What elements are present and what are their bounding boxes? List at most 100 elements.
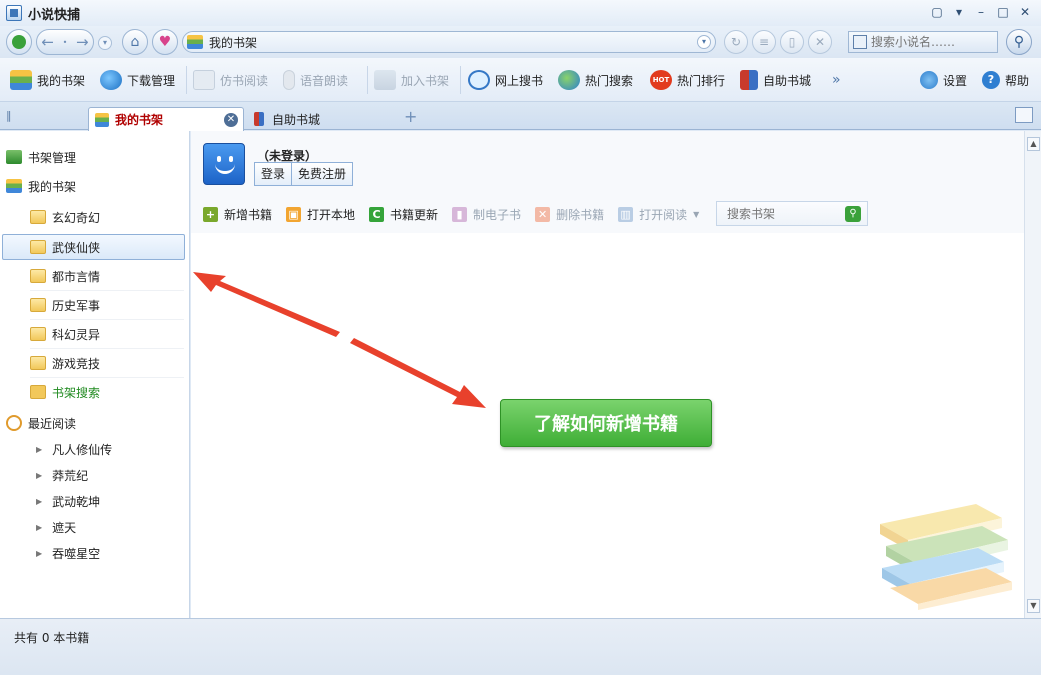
sidebar-item-shelf-manage[interactable]: 书架管理 — [0, 144, 190, 170]
sidebar-item-label: 书架管理 — [28, 150, 77, 165]
home-icon[interactable]: ⌂ — [122, 29, 148, 55]
close-button[interactable]: ✕ — [1017, 4, 1033, 20]
toolbar-label: 网上搜书 — [495, 73, 544, 88]
toolbar-online-search[interactable]: 网上搜书 — [468, 68, 543, 92]
toolbar-label: 热门排行 — [677, 73, 726, 88]
skin-menu-icon[interactable]: ▾ — [951, 4, 967, 20]
sidebar-folder-history[interactable]: 历史军事 — [0, 292, 190, 318]
address-dropdown-icon[interactable]: ▾ — [697, 35, 711, 49]
update-books-button[interactable]: C 书籍更新 — [369, 206, 438, 223]
add-book-button[interactable]: + 新增书籍 — [203, 206, 272, 223]
toolbar-download-manager[interactable]: 下载管理 — [100, 68, 175, 92]
page-icon[interactable]: ▯ — [780, 30, 804, 54]
action-label: 书籍更新 — [390, 207, 439, 222]
expand-arrow-icon: ▶ — [36, 470, 43, 480]
stop-icon[interactable]: ✕ — [808, 30, 832, 54]
sidebar-folder-games[interactable]: 游戏竞技 — [0, 350, 190, 376]
sidebar-toggle-icon[interactable]: ‖ — [6, 109, 20, 123]
sidebar-folder-scifi[interactable]: 科幻灵异 — [0, 321, 190, 347]
recent-item[interactable]: ▶ 遮天 — [0, 516, 190, 538]
toolbar-my-shelf[interactable]: 我的书架 — [10, 68, 85, 92]
toolbar-help[interactable]: ? 帮助 — [982, 68, 1029, 92]
recent-item[interactable]: ▶ 吞噬星空 — [0, 542, 190, 564]
new-tab-icon[interactable]: + — [404, 109, 417, 125]
tab-self-service-store[interactable]: 自助书城 — [248, 107, 398, 131]
help-icon: ? — [982, 71, 1000, 89]
shelf-search-icon — [30, 385, 46, 399]
scroll-down-icon[interactable]: ▼ — [1027, 599, 1040, 613]
toolbar-label: 语音朗读 — [300, 73, 349, 88]
expand-arrow-icon: ▶ — [36, 548, 43, 558]
add-book-icon — [374, 70, 396, 90]
folder-icon — [30, 356, 46, 370]
novel-search-input[interactable] — [871, 35, 995, 49]
plus-icon: + — [203, 206, 218, 222]
toolbar-more-icon[interactable]: » — [832, 68, 841, 92]
toolbar-label: 加入书架 — [401, 73, 450, 88]
recent-item-label: 遮天 — [52, 520, 77, 535]
open-file-icon: ▣ — [286, 206, 302, 222]
sidebar-folder-fantasy[interactable]: 玄幻奇幻 — [0, 204, 190, 230]
address-text: 我的书架 — [209, 35, 258, 50]
toolbar-settings[interactable]: 设置 — [920, 68, 967, 92]
address-bar[interactable]: 我的书架 ▾ — [182, 31, 716, 53]
vertical-scrollbar[interactable]: ▲ ▼ — [1024, 131, 1041, 618]
recent-item-label: 武动乾坤 — [52, 494, 101, 509]
search-icon[interactable]: ⚲ — [845, 206, 861, 222]
toolbar-self-service-store[interactable]: 自助书城 — [740, 68, 811, 92]
register-button[interactable]: 免费注册 — [291, 163, 352, 185]
sidebar-folder-wuxia[interactable]: 武侠仙侠 — [2, 234, 185, 260]
tab-my-shelf[interactable]: 我的书架 ✕ — [88, 107, 244, 131]
toolbar-voice-read[interactable]: 语音朗读 — [283, 68, 348, 92]
close-tab-icon[interactable]: ✕ — [224, 113, 238, 127]
search-icon[interactable]: ⚲ — [1006, 29, 1032, 55]
toolbar-hot-search[interactable]: 热门搜索 — [558, 68, 633, 92]
refresh-icon[interactable]: ↻ — [724, 30, 748, 54]
favorite-heart-icon[interactable]: ♥ — [152, 29, 178, 55]
toolbar-hot-ranking[interactable]: HOT 热门排行 — [650, 68, 725, 92]
history-dropdown-icon[interactable]: ▾ — [98, 36, 112, 50]
novel-search-box[interactable] — [848, 31, 998, 53]
minimize-button[interactable]: – — [973, 4, 989, 20]
maximize-button[interactable]: □ — [995, 4, 1011, 20]
list-view-icon[interactable]: ≡ — [752, 30, 776, 54]
search-engine-icon — [853, 35, 867, 49]
make-ebook-button[interactable]: ▮ 制电子书 — [452, 206, 521, 223]
back-icon[interactable]: ← — [41, 33, 54, 51]
title-bar: 小说快捕 ▢ ▾ – □ ✕ — [0, 0, 1041, 26]
recent-item[interactable]: ▶ 凡人修仙传 — [0, 438, 190, 460]
toolbar-reader[interactable]: 仿书阅读 — [193, 68, 268, 92]
dropdown-arrow-icon[interactable]: ▼ — [693, 210, 699, 219]
recent-item[interactable]: ▶ 武动乾坤 — [0, 490, 190, 512]
open-read-button[interactable]: ▥ 打开阅读 ▼ — [618, 206, 699, 223]
sidebar-item-label: 最近阅读 — [28, 416, 77, 431]
shelf-search-box[interactable]: ⚲ — [716, 201, 868, 226]
app-title: 小说快捕 — [28, 7, 81, 23]
avatar[interactable] — [203, 143, 245, 185]
recent-item[interactable]: ▶ 莽荒纪 — [0, 464, 190, 486]
toolbar-add-to-shelf[interactable]: 加入书架 — [374, 68, 449, 92]
sidebar-shelf-search[interactable]: 书架搜索 — [0, 379, 190, 405]
guide-add-book-button[interactable]: 了解如何新增书籍 — [500, 399, 712, 447]
sidebar-folder-urban[interactable]: 都市言情 — [0, 263, 190, 289]
expand-arrow-icon: ▶ — [36, 496, 43, 506]
shelf-search-input[interactable] — [727, 206, 837, 221]
user-icon[interactable] — [6, 29, 32, 55]
ebook-icon: ▮ — [452, 206, 468, 222]
login-button[interactable]: 登录 — [255, 163, 291, 185]
forward-icon[interactable]: → — [76, 33, 89, 51]
sidebar-item-recent[interactable]: 最近阅读 — [0, 410, 190, 436]
delete-book-button[interactable]: ✕ 删除书籍 — [535, 206, 604, 223]
magnifier-icon — [468, 70, 490, 90]
open-local-button[interactable]: ▣ 打开本地 — [286, 206, 355, 223]
main-content: （未登录） 登录 免费注册 + 新增书籍 ▣ 打开本地 C 书籍更新 ▮ 制电子… — [191, 131, 1024, 618]
book-count: 共有 0 本书籍 — [14, 631, 90, 645]
books-illustration — [880, 504, 1012, 610]
window-layout-icon[interactable] — [1015, 107, 1033, 123]
delete-icon: ✕ — [535, 206, 551, 222]
sidebar-item-my-shelf[interactable]: 我的书架 — [0, 173, 190, 199]
feedback-icon[interactable]: ▢ — [929, 4, 945, 20]
action-label: 删除书籍 — [556, 207, 605, 222]
download-globe-icon — [100, 70, 122, 90]
scroll-up-icon[interactable]: ▲ — [1027, 137, 1040, 151]
